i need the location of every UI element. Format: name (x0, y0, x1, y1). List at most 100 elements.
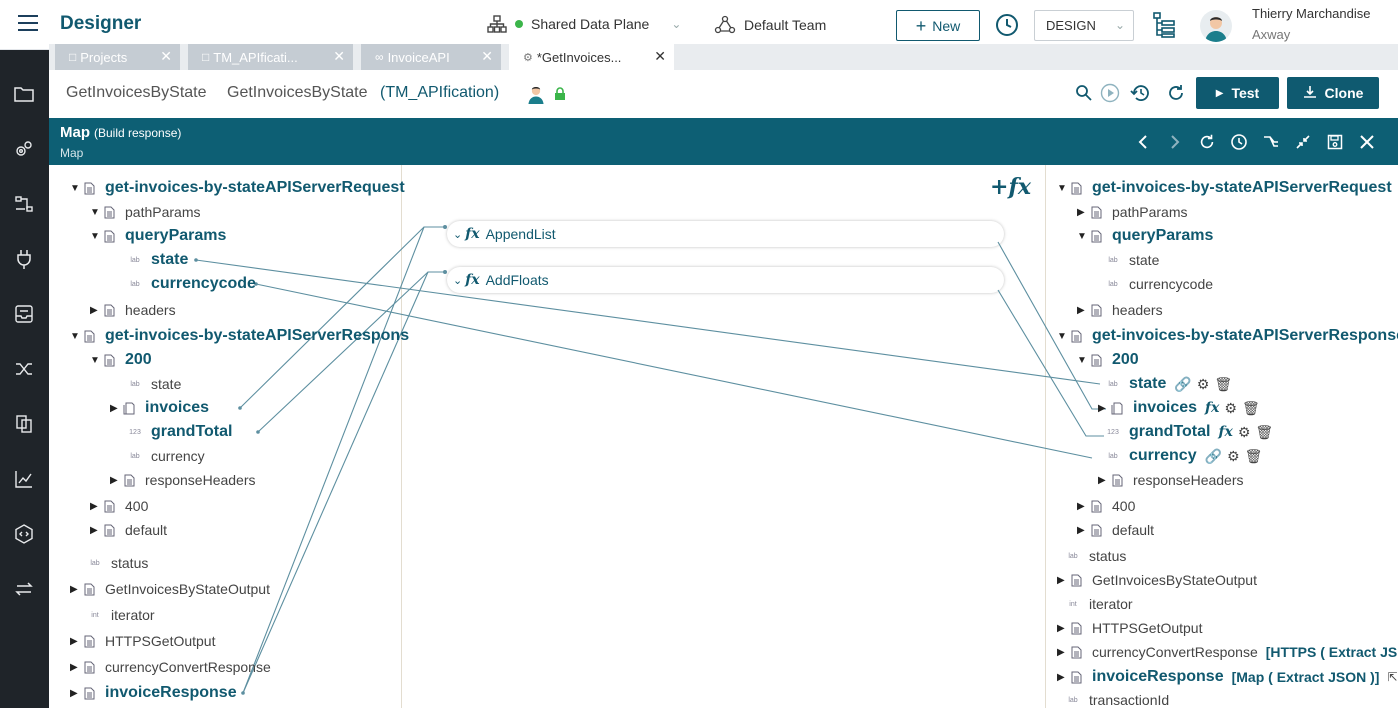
flow-list-icon[interactable] (1153, 12, 1175, 43)
function-appendlist[interactable]: ⌄ fx AppendList (447, 221, 1004, 247)
analytics-icon[interactable] (12, 467, 36, 491)
expand-arrow-icon[interactable]: ▶ (1077, 305, 1089, 316)
inbox-icon[interactable] (12, 302, 36, 326)
function-addfloats[interactable]: ⌄ fx AddFloats (447, 267, 1004, 293)
clock-alert-icon[interactable] (1229, 132, 1249, 152)
history-clock-icon[interactable] (995, 13, 1019, 42)
tree-node[interactable]: ▼ pathParams (90, 204, 200, 220)
play-circle-icon[interactable] (1100, 83, 1120, 108)
tree-node[interactable]: lab transactionId (1066, 692, 1169, 708)
tree-node[interactable]: int iterator (1066, 596, 1132, 612)
tree-node[interactable]: lab state 🔗 ⚙ 🗑 (1106, 375, 1232, 393)
tree-node[interactable]: ▼ get-invoices-by-stateAPIServerResponse (1057, 327, 1398, 345)
tree-node[interactable]: ▶ responseHeaders (1098, 472, 1244, 488)
collapse-icon[interactable] (1293, 132, 1313, 152)
shuffle-icon[interactable] (12, 357, 36, 381)
refresh-icon[interactable] (1197, 132, 1217, 152)
trash-icon[interactable]: 🗑 (1242, 400, 1260, 417)
tree-node[interactable]: lab status (88, 555, 148, 571)
expand-arrow-icon[interactable]: ▶ (70, 662, 82, 673)
trash-icon[interactable]: 🗑 (1245, 448, 1263, 465)
close-icon[interactable]: ✕ (654, 48, 666, 65)
trash-icon[interactable]: 🗑 (1255, 424, 1273, 441)
chevron-down-icon[interactable]: ⌄ (453, 228, 462, 241)
expand-arrow-icon[interactable]: ▶ (110, 475, 122, 486)
collapse-arrow-icon[interactable]: ▼ (90, 207, 102, 218)
tree-node[interactable]: ▶ invoices fx ⚙ 🗑 (1098, 399, 1260, 417)
tree-node[interactable]: ▶ invoiceResponse (70, 684, 237, 702)
gears-icon[interactable] (12, 137, 36, 161)
tree-node[interactable]: ▶ HTTPSGetOutput (70, 633, 215, 649)
breadcrumb-item[interactable]: GetInvoicesByState (227, 84, 368, 102)
tree-node[interactable]: 123 grandTotal fx ⚙ 🗑 (1106, 423, 1273, 441)
sync-icon[interactable] (12, 577, 36, 601)
new-button[interactable]: + New (896, 10, 980, 41)
tree-node[interactable]: lab currency (128, 448, 204, 464)
tab-invoiceapi[interactable]: ∞ InvoiceAPI ✕ (361, 44, 501, 70)
tree-node[interactable]: lab currencycode (1106, 276, 1213, 292)
tree-node[interactable]: lab state (128, 376, 181, 392)
tree-node[interactable]: int iterator (88, 607, 154, 623)
expand-arrow-icon[interactable]: ▶ (90, 501, 102, 512)
tree-node[interactable]: lab state (128, 251, 188, 269)
expand-arrow-icon[interactable]: ▶ (1077, 207, 1089, 218)
tree-node[interactable]: ▶ currencyConvertResponse [HTTPS ( Extract… (1057, 644, 1397, 660)
chevron-left-icon[interactable] (1133, 132, 1153, 152)
refresh-icon[interactable] (1166, 83, 1186, 108)
expand-arrow-icon[interactable]: ▶ (70, 688, 82, 699)
close-icon[interactable]: ✕ (160, 48, 172, 65)
tree-node[interactable]: ▼ 200 (1077, 351, 1139, 369)
function-icon[interactable]: fx (1205, 400, 1219, 416)
tree-node[interactable]: ▶ invoiceResponse [Map ( Extract JSON )] ⇱ (1057, 668, 1397, 686)
gear-icon[interactable]: ⚙ (1238, 424, 1251, 441)
clone-button[interactable]: Clone (1287, 77, 1379, 109)
collapse-arrow-icon[interactable]: ▼ (1077, 231, 1089, 242)
avatar[interactable] (1200, 10, 1232, 42)
tree-node[interactable]: ▶ 400 (90, 498, 148, 514)
tree-node[interactable]: ▶ headers (1077, 302, 1163, 318)
tree-node[interactable]: ▼ queryParams (1077, 227, 1213, 245)
tree-node[interactable]: ▼ get-invoices-by-stateAPIServerRequest (70, 179, 405, 197)
tree-node[interactable]: ▶ GetInvoicesByStateOutput (1057, 572, 1257, 588)
tree-node[interactable]: ▼ queryParams (90, 227, 226, 245)
link-icon[interactable]: 🔗 (1174, 376, 1191, 393)
breadcrumb-item[interactable]: GetInvoicesByState (66, 84, 207, 102)
tree-node[interactable]: ▶ default (1077, 522, 1154, 538)
plug-icon[interactable] (12, 247, 36, 271)
data-plane-selector[interactable]: Shared Data Plane ⌄ (487, 15, 681, 33)
expand-arrow-icon[interactable]: ▶ (1077, 525, 1089, 536)
expand-arrow-icon[interactable]: ▶ (1098, 403, 1110, 414)
expand-arrow-icon[interactable]: ▶ (1077, 501, 1089, 512)
collapse-arrow-icon[interactable]: ▼ (90, 231, 102, 242)
expand-arrow-icon[interactable]: ▶ (90, 525, 102, 536)
documents-icon[interactable] (12, 412, 36, 436)
tree-node[interactable]: ▶ HTTPSGetOutput (1057, 620, 1202, 636)
tree-node[interactable]: ▶ responseHeaders (110, 472, 256, 488)
expand-arrow-icon[interactable]: ▶ (1057, 575, 1069, 586)
gear-icon[interactable]: ⚙ (1227, 448, 1240, 465)
close-icon[interactable]: ✕ (333, 48, 345, 65)
breadcrumb-context[interactable]: (TM_APIfication) (380, 84, 499, 102)
tree-node[interactable]: ▶ headers (90, 302, 176, 318)
tree-node[interactable]: lab currency 🔗 ⚙ 🗑 (1106, 447, 1262, 465)
add-function-button[interactable]: +fx (990, 174, 1031, 200)
close-icon[interactable] (1357, 132, 1377, 152)
collapse-arrow-icon[interactable]: ▼ (1077, 355, 1089, 366)
collapse-arrow-icon[interactable]: ▼ (1057, 331, 1069, 342)
tree-node[interactable]: ▶ default (90, 522, 167, 538)
tree-node[interactable]: ▶ GetInvoicesByStateOutput (70, 581, 270, 597)
tree-node[interactable]: lab currencycode (128, 275, 256, 293)
link-icon[interactable]: 🔗 (1205, 448, 1222, 465)
restore-history-icon[interactable] (1130, 83, 1152, 108)
expand-arrow-icon[interactable]: ▶ (90, 305, 102, 316)
tab-projects[interactable]: □ Projects ✕ (55, 44, 180, 70)
team-selector[interactable]: Default Team (714, 15, 826, 35)
tab-getinvoices[interactable]: ⚙ *GetInvoices... ✕ (509, 44, 674, 70)
tree-node[interactable]: ▼ get-invoices-by-stateAPIServerRespons (70, 327, 409, 345)
expand-arrow-icon[interactable]: ▶ (70, 584, 82, 595)
gear-icon[interactable]: ⚙ (1197, 376, 1210, 393)
tree-node[interactable]: lab status (1066, 548, 1126, 564)
open-icon[interactable]: ⇱ (1387, 670, 1397, 684)
trash-icon[interactable]: 🗑 (1214, 376, 1232, 393)
collapse-arrow-icon[interactable]: ▼ (70, 183, 82, 194)
